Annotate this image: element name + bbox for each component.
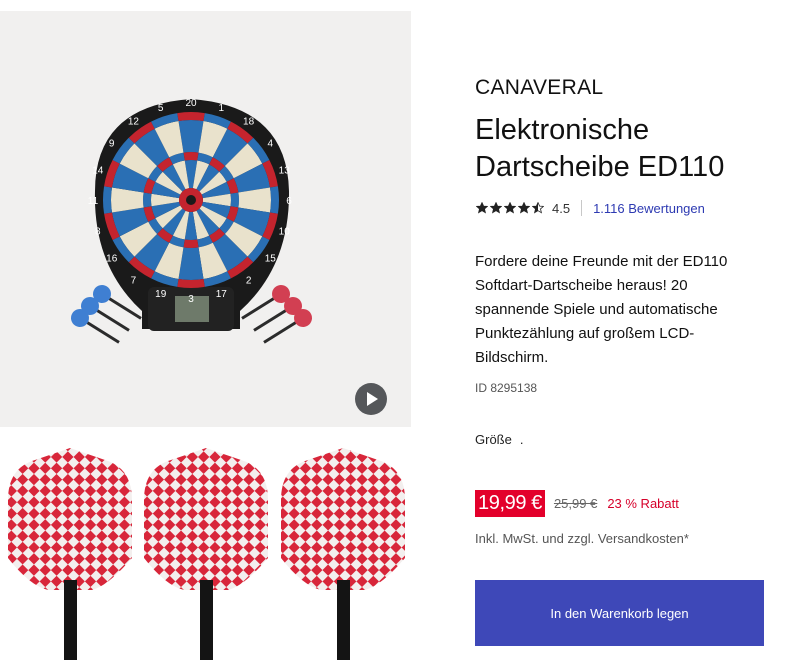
board-number: 7 xyxy=(131,275,137,286)
flight-1 xyxy=(8,448,132,660)
brand-name[interactable]: CANAVERAL xyxy=(475,76,603,100)
product-title: Elektronische Dartscheibe ED110 xyxy=(475,114,725,183)
board-number: 5 xyxy=(158,103,164,114)
board-number: 11 xyxy=(88,196,99,207)
reviews-link[interactable]: 1.116 Bewertungen xyxy=(593,201,705,216)
rating-row[interactable]: 4.5 1.116 Bewertungen xyxy=(476,199,705,217)
board-number: 15 xyxy=(265,254,277,265)
board-double xyxy=(177,279,205,288)
star-icon xyxy=(490,202,502,214)
board-treble xyxy=(230,192,239,208)
discount-label: 23 % Rabatt xyxy=(607,495,679,511)
price-row: 19,99 € 25,99 € 23 % Rabatt xyxy=(475,489,679,517)
board-number: 6 xyxy=(286,196,292,207)
board-double xyxy=(177,112,205,121)
dartboard-illustration: 20 1 18 4 13 6 10 15 2 17 3 19 7 16 8 11 14 9 12 5 xyxy=(71,98,312,344)
product-description: Fordere deine Freunde mit der ED110 Soft… xyxy=(475,253,728,366)
board-number: 10 xyxy=(279,226,291,237)
product-main-image[interactable]: 20 1 18 4 13 6 10 15 2 17 3 19 7 16 8 11 14 9 12 5 xyxy=(0,11,411,427)
star-icon xyxy=(532,202,544,214)
board-number: 16 xyxy=(106,254,118,265)
board-number: 8 xyxy=(95,226,101,237)
board-double xyxy=(103,186,112,214)
add-to-cart-button[interactable]: In den Warenkorb legen xyxy=(475,580,764,646)
product-thumbnail-flights[interactable] xyxy=(0,440,411,660)
board-number: 19 xyxy=(155,289,167,300)
board-number: 1 xyxy=(219,103,225,114)
rating-divider xyxy=(581,200,583,216)
board-number: 14 xyxy=(92,166,104,177)
board-treble xyxy=(143,192,152,208)
size-selector[interactable]: Größe . xyxy=(475,432,523,447)
star-icon xyxy=(476,202,488,214)
board-number: 13 xyxy=(279,166,291,177)
board-number: 4 xyxy=(268,138,274,149)
current-price: 19,99 € xyxy=(475,489,545,517)
board-double xyxy=(270,186,279,214)
board-number: 17 xyxy=(216,289,228,300)
dart-flights-illustration xyxy=(8,448,405,660)
size-value: . xyxy=(519,432,524,447)
board-number: 9 xyxy=(109,138,115,149)
board-treble xyxy=(183,152,199,161)
board-number: 20 xyxy=(185,98,197,109)
rating-stars xyxy=(476,202,544,214)
board-treble xyxy=(183,239,199,249)
star-icon xyxy=(504,202,516,214)
tax-note[interactable]: Inkl. MwSt. und zzgl. Versandkosten* xyxy=(475,531,689,546)
bullseye xyxy=(186,195,196,205)
play-video-icon[interactable] xyxy=(355,383,387,415)
old-price: 25,99 € xyxy=(553,495,598,511)
board-number: 18 xyxy=(243,117,255,128)
flight-3 xyxy=(281,448,405,660)
star-icon xyxy=(518,202,530,214)
product-id: ID 8295138 xyxy=(475,381,538,395)
board-number: 2 xyxy=(246,275,252,286)
flight-2 xyxy=(144,448,268,660)
board-number: 12 xyxy=(128,117,140,128)
size-label: Größe xyxy=(475,432,512,447)
rating-value: 4.5 xyxy=(552,200,571,216)
board-number: 3 xyxy=(188,294,194,305)
